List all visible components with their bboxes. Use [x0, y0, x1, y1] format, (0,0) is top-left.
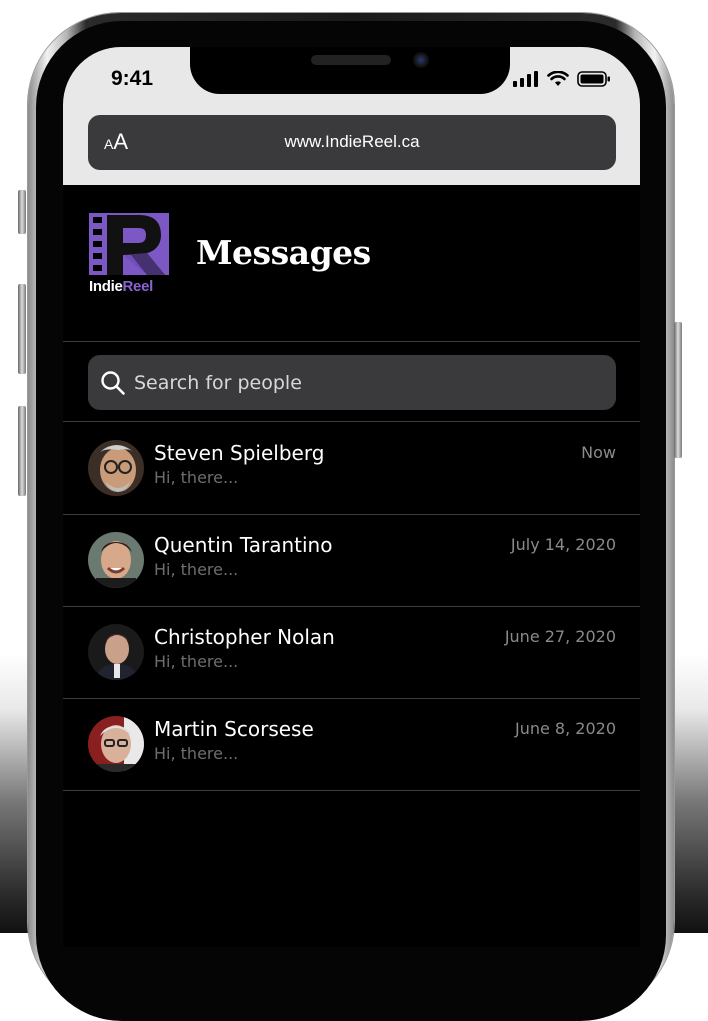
- status-icons: [513, 71, 611, 87]
- browser-url-bar[interactable]: AA www.IndieReel.ca: [88, 115, 616, 170]
- volume-up-button: [18, 284, 26, 374]
- message-date: June 8, 2020: [515, 719, 616, 738]
- conversation-row[interactable]: Steven Spielberg Hi, there... Now: [63, 422, 640, 514]
- battery-icon: [577, 71, 610, 87]
- message-date: Now: [581, 443, 616, 462]
- avatar: [88, 624, 144, 680]
- contact-name: Quentin Tarantino: [154, 533, 333, 557]
- front-camera: [413, 52, 429, 68]
- logo-wordmark: IndieReel: [89, 278, 154, 295]
- search-icon: [101, 371, 125, 395]
- message-preview: Hi, there...: [154, 468, 239, 487]
- divider: [63, 341, 640, 342]
- search-input[interactable]: Search for people: [88, 355, 616, 410]
- contact-name: Steven Spielberg: [154, 441, 325, 465]
- message-date: June 27, 2020: [504, 627, 616, 646]
- message-preview: Hi, there...: [154, 744, 239, 763]
- divider: [63, 790, 640, 791]
- avatar: [88, 532, 144, 588]
- avatar: [88, 716, 144, 772]
- message-preview: Hi, there...: [154, 652, 239, 671]
- wifi-icon: [547, 71, 569, 86]
- conversation-row[interactable]: Christopher Nolan Hi, there... June 27, …: [63, 606, 640, 698]
- volume-down-button: [18, 406, 26, 496]
- url-text: www.IndieReel.ca: [284, 132, 420, 151]
- page-title: Messages: [196, 233, 371, 272]
- earpiece-speaker: [311, 55, 391, 65]
- search-placeholder: Search for people: [134, 372, 302, 394]
- indiereel-logo[interactable]: IndieReel: [89, 213, 169, 295]
- conversation-row[interactable]: Martin Scorsese Hi, there... June 8, 202…: [63, 698, 640, 790]
- conversation-row[interactable]: Quentin Tarantino Hi, there... July 14, …: [63, 514, 640, 606]
- contact-name: Martin Scorsese: [154, 717, 314, 741]
- avatar: [88, 440, 144, 496]
- signal-icon: [513, 71, 538, 87]
- phone-screen: 9:41 AA www.IndieReel.ca IndieReel Messa…: [63, 47, 640, 947]
- logo-mark: [89, 213, 169, 275]
- silent-switch: [18, 190, 26, 234]
- power-button: [674, 322, 682, 458]
- status-time: 9:41: [111, 67, 154, 90]
- message-date: July 14, 2020: [510, 535, 616, 554]
- contact-name: Christopher Nolan: [154, 625, 335, 649]
- message-preview: Hi, there...: [154, 560, 239, 579]
